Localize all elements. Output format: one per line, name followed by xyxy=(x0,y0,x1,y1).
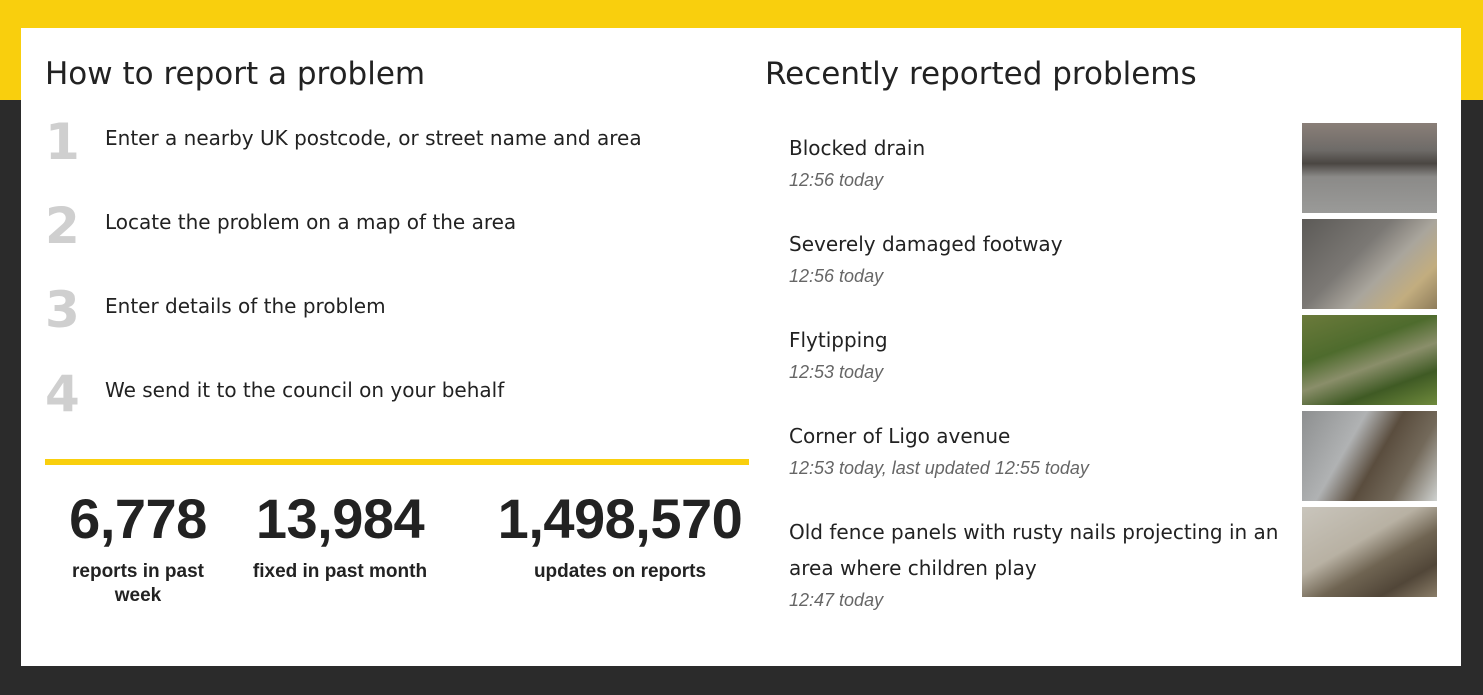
stat-label: fixed in past month xyxy=(252,561,428,582)
problem-title-link[interactable]: Old fence panels with rusty nails projec… xyxy=(789,514,1279,586)
stat-value: 1,498,570 xyxy=(497,487,743,550)
problem-timestamp: 12:53 today, last updated 12:55 today xyxy=(789,458,1089,478)
step-number: 4 xyxy=(45,365,80,423)
stats-divider xyxy=(45,459,749,465)
steps-list: 1 Enter a nearby UK postcode, or street … xyxy=(45,112,745,448)
how-to-title: How to report a problem xyxy=(45,56,426,92)
step-item: 1 Enter a nearby UK postcode, or street … xyxy=(45,112,745,196)
stat-fixed-month: 13,984 fixed in past month xyxy=(245,488,435,584)
step-item: 4 We send it to the council on your beha… xyxy=(45,364,745,448)
content-card: How to report a problem 1 Enter a nearby… xyxy=(21,28,1461,666)
problem-item[interactable]: Flytipping 12:53 today xyxy=(765,314,1437,410)
step-text: Enter details of the problem xyxy=(105,294,386,318)
problem-timestamp: 12:47 today xyxy=(789,590,884,610)
step-item: 2 Locate the problem on a map of the are… xyxy=(45,196,745,280)
stat-updates: 1,498,570 updates on reports xyxy=(475,488,765,584)
problem-title-link[interactable]: Severely damaged footway xyxy=(789,226,1279,262)
problem-timestamp: 12:56 today xyxy=(789,266,884,286)
stats-panel: 6,778 reports in past week 13,984 fixed … xyxy=(45,488,749,618)
problem-item[interactable]: Old fence panels with rusty nails projec… xyxy=(765,506,1437,626)
step-text: We send it to the council on your behalf xyxy=(105,378,505,402)
step-text: Enter a nearby UK postcode, or street na… xyxy=(105,126,642,150)
stat-value: 6,778 xyxy=(69,487,207,550)
problem-timestamp: 12:56 today xyxy=(789,170,884,190)
recent-problems-title: Recently reported problems xyxy=(765,56,1197,92)
problem-item[interactable]: Blocked drain 12:56 today xyxy=(765,122,1437,218)
stat-label: reports in past week xyxy=(72,561,204,606)
recent-problems-list: Blocked drain 12:56 today Severely damag… xyxy=(765,122,1437,626)
step-text: Locate the problem on a map of the area xyxy=(105,210,517,234)
problem-thumbnail[interactable] xyxy=(1302,123,1437,213)
problem-thumbnail[interactable] xyxy=(1302,315,1437,405)
step-number: 3 xyxy=(45,281,80,339)
problem-thumbnail[interactable] xyxy=(1302,411,1437,501)
problem-title-link[interactable]: Blocked drain xyxy=(789,130,1279,166)
stat-value: 13,984 xyxy=(255,487,425,550)
stat-reports-week: 6,778 reports in past week xyxy=(55,488,221,608)
stat-label: updates on reports xyxy=(533,561,707,582)
problem-thumbnail[interactable] xyxy=(1302,507,1437,597)
problem-title-link[interactable]: Corner of Ligo avenue xyxy=(789,418,1279,454)
problem-item[interactable]: Severely damaged footway 12:56 today xyxy=(765,218,1437,314)
step-number: 2 xyxy=(45,197,80,255)
step-item: 3 Enter details of the problem xyxy=(45,280,745,364)
problem-timestamp: 12:53 today xyxy=(789,362,884,382)
step-number: 1 xyxy=(45,113,80,171)
problem-item[interactable]: Corner of Ligo avenue 12:53 today, last … xyxy=(765,410,1437,506)
problem-title-link[interactable]: Flytipping xyxy=(789,322,1279,358)
problem-thumbnail[interactable] xyxy=(1302,219,1437,309)
